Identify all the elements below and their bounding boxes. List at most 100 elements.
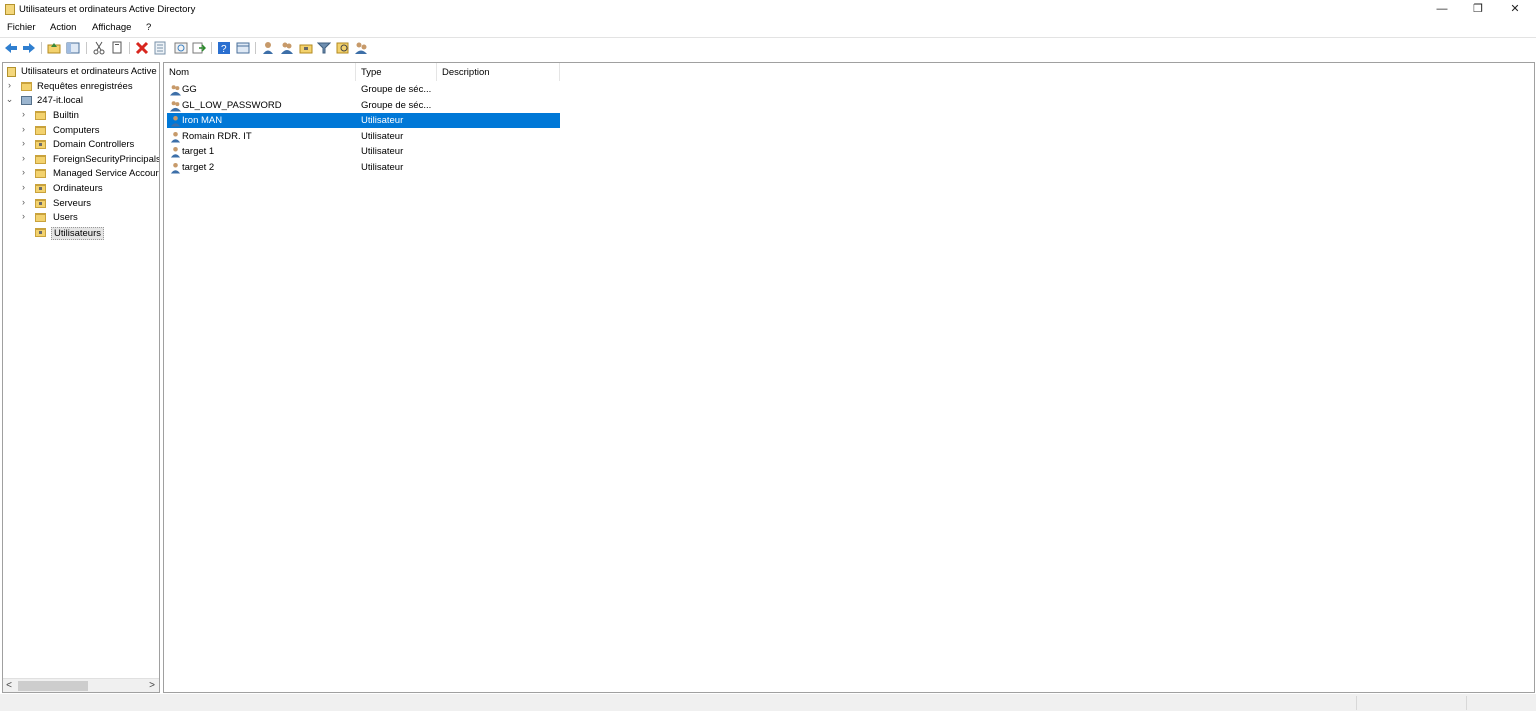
list-item[interactable]: Romain RDR. IT Utilisateur (167, 129, 560, 144)
tree-item-saved-queries[interactable]: › Requêtes enregistrées (3, 80, 159, 94)
folder-icon (35, 213, 46, 222)
tree-root[interactable]: Utilisateurs et ordinateurs Active (3, 65, 159, 79)
minimize-button[interactable]: — (1424, 0, 1460, 20)
menu-affichage[interactable]: Affichage (92, 22, 131, 33)
tree-item-label: Computers (53, 125, 100, 136)
folder-icon (35, 111, 46, 120)
column-header-type[interactable]: Type (356, 63, 437, 81)
list-item[interactable]: target 2 Utilisateur (167, 160, 560, 175)
expand-chevron-icon[interactable]: › (19, 124, 28, 134)
close-button[interactable]: ✕ (1497, 0, 1533, 20)
list-item-selected[interactable]: Iron MAN Utilisateur (167, 113, 560, 128)
new-user-icon[interactable] (261, 41, 275, 55)
window-title: Utilisateurs et ordinateurs Active Direc… (19, 4, 196, 15)
expand-chevron-icon[interactable]: › (19, 211, 28, 221)
menu-help[interactable]: ? (146, 22, 151, 33)
tree-item-utilisateurs[interactable]: Utilisateurs (3, 226, 159, 240)
list-item-type: Utilisateur (361, 162, 404, 173)
expand-chevron-icon[interactable]: › (19, 197, 28, 207)
toolbar-separator (211, 42, 212, 54)
expand-chevron-icon[interactable]: › (19, 109, 28, 119)
folder-icon (35, 126, 46, 135)
list-item-name: Iron MAN (182, 115, 223, 126)
expand-chevron-icon[interactable]: › (19, 167, 28, 177)
ou-icon (35, 199, 46, 208)
list-item[interactable]: GG Groupe de séc... (167, 82, 560, 97)
user-icon (170, 115, 181, 127)
list-item[interactable]: target 1 Utilisateur (167, 144, 560, 159)
view-icon[interactable] (236, 41, 250, 55)
tree-root-label: Utilisateurs et ordinateurs Active (21, 66, 157, 77)
list-item[interactable]: GL_LOW_PASSWORD Groupe de séc... (167, 98, 560, 113)
tree-item-computers[interactable]: › Computers (3, 124, 159, 138)
toolbar: ? (0, 37, 1536, 57)
list-item-name: target 1 (182, 146, 215, 157)
tree-item-builtin[interactable]: › Builtin (3, 109, 159, 123)
group-icon (170, 85, 181, 96)
list-item-name: GL_LOW_PASSWORD (182, 100, 282, 111)
copy-icon[interactable] (110, 41, 124, 55)
filter-icon[interactable] (317, 41, 331, 55)
status-bar-divider (1466, 696, 1467, 710)
scroll-right-icon[interactable]: > (146, 679, 158, 693)
tree-item-domain-controllers[interactable]: › Domain Controllers (3, 138, 159, 152)
back-icon[interactable] (4, 41, 18, 55)
column-header-description[interactable]: Description (437, 63, 560, 81)
tree-item-label: ForeignSecurityPrincipals (53, 154, 160, 165)
title-bar: Utilisateurs et ordinateurs Active Direc… (0, 0, 1536, 20)
expand-chevron-icon[interactable]: › (5, 80, 14, 90)
folder-icon (35, 155, 46, 164)
tree-item-label: Domain Controllers (53, 139, 135, 150)
ou-icon (35, 184, 46, 193)
new-ou-icon[interactable] (299, 41, 313, 55)
expand-chevron-icon[interactable]: › (19, 138, 28, 148)
snapin-icon (7, 67, 16, 77)
list-item-type: Utilisateur (361, 131, 404, 142)
list-item-type: Groupe de séc... (361, 84, 432, 95)
toolbar-separator (41, 42, 42, 54)
tree-item-managed-service-accounts[interactable]: › Managed Service Accour (3, 167, 159, 181)
expand-chevron-icon[interactable]: › (19, 153, 28, 163)
delete-icon[interactable] (135, 41, 149, 55)
expand-chevron-icon[interactable]: › (19, 182, 28, 192)
list-item-name: Romain RDR. IT (182, 131, 252, 142)
ou-icon (35, 228, 46, 237)
toolbar-separator (255, 42, 256, 54)
restore-button[interactable]: ❐ (1460, 0, 1496, 20)
scrollbar-thumb[interactable] (18, 681, 88, 691)
tree-horizontal-scrollbar[interactable]: < > (3, 678, 159, 692)
help-icon[interactable]: ? (217, 41, 231, 55)
properties-icon[interactable] (153, 41, 167, 55)
user-icon (170, 131, 181, 143)
new-group-icon[interactable] (280, 41, 294, 55)
refresh-icon[interactable] (174, 41, 188, 55)
tree-item-label: Users (53, 212, 78, 223)
menu-action[interactable]: Action (50, 22, 76, 33)
list-item-name: target 2 (182, 162, 215, 173)
details-list[interactable]: Nom Type Description GG Groupe de séc...… (163, 62, 1535, 693)
show-console-tree-icon[interactable] (66, 41, 80, 55)
tree-item-foreign-security-principals[interactable]: › ForeignSecurityPrincipals (3, 153, 159, 167)
tree-item-users[interactable]: › Users (3, 211, 159, 225)
tree-item-serveurs[interactable]: › Serveurs (3, 197, 159, 211)
scroll-left-icon[interactable]: < (3, 679, 15, 693)
tree-item-ordinateurs[interactable]: › Ordinateurs (3, 182, 159, 196)
collapse-chevron-icon[interactable]: ⌄ (5, 94, 14, 105)
tree-item-domain[interactable]: ⌄ 247-it.local (3, 94, 159, 108)
toolbar-separator (86, 42, 87, 54)
console-tree[interactable]: Utilisateurs et ordinateurs Active › Req… (2, 62, 160, 693)
folder-icon (35, 169, 46, 178)
cut-icon[interactable] (92, 41, 106, 55)
tree-item-label: 247-it.local (37, 95, 83, 106)
up-folder-icon[interactable] (47, 41, 61, 55)
column-header-name[interactable]: Nom (164, 63, 356, 81)
delegate-icon[interactable] (354, 41, 368, 55)
find-icon[interactable] (336, 41, 350, 55)
list-item-type: Groupe de séc... (361, 100, 432, 111)
tree-item-label: Builtin (53, 110, 79, 121)
group-icon (170, 101, 181, 112)
menu-fichier[interactable]: Fichier (7, 22, 36, 33)
forward-icon[interactable] (22, 41, 36, 55)
status-bar-divider (1356, 696, 1357, 710)
export-list-icon[interactable] (192, 41, 206, 55)
